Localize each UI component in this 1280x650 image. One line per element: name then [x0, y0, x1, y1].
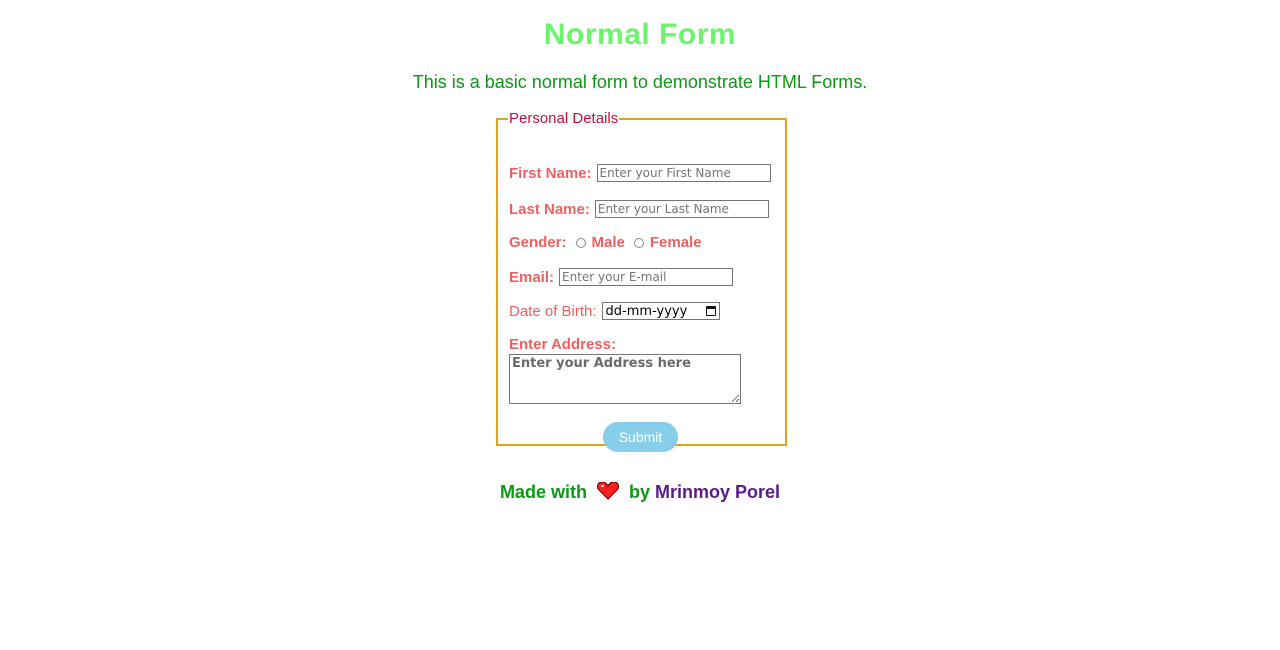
- calendar-icon[interactable]: [705, 306, 716, 316]
- first-name-input[interactable]: [596, 164, 771, 182]
- fieldset-legend: Personal Details: [509, 110, 619, 127]
- first-name-label: First Name:: [509, 164, 592, 182]
- dob-date-input[interactable]: dd-mm-yyyy: [601, 302, 720, 320]
- submit-button[interactable]: Submit: [603, 422, 678, 452]
- gender-male-radio[interactable]: [575, 237, 586, 248]
- page-title: Normal Form: [543, 18, 737, 51]
- footer-made-with: Made with: [499, 482, 587, 502]
- email-row: Email:: [509, 268, 734, 286]
- gender-row: Gender: Male Female: [509, 234, 702, 251]
- address-label-row: Enter Address:: [509, 336, 616, 353]
- personal-details-fieldset: Personal Details First Name: Last Name: …: [496, 110, 787, 452]
- email-input[interactable]: [559, 268, 734, 286]
- gender-label: Gender:: [509, 234, 567, 251]
- address-textarea[interactable]: [509, 354, 741, 404]
- gender-female-radio[interactable]: [633, 237, 644, 248]
- dob-row: Date of Birth: dd-mm-yyyy: [509, 302, 720, 320]
- email-label: Email:: [509, 268, 555, 286]
- footer: Made with by Mrinmoy Porel: [0, 481, 1280, 505]
- footer-author: Mrinmoy Porel: [655, 482, 781, 502]
- footer-by: by: [628, 482, 650, 502]
- dob-date-text: dd-mm-yyyy: [605, 303, 688, 319]
- dob-label: Date of Birth:: [509, 302, 597, 320]
- page-subtitle: This is a basic normal form to demonstra…: [412, 72, 868, 92]
- address-label: Enter Address:: [509, 336, 616, 353]
- last-name-label: Last Name:: [509, 200, 590, 218]
- first-name-row: First Name:: [509, 164, 771, 182]
- gender-female-label[interactable]: Female: [650, 234, 702, 251]
- last-name-input[interactable]: [594, 200, 769, 218]
- heart-icon: [596, 481, 619, 505]
- gender-male-label[interactable]: Male: [592, 234, 625, 251]
- last-name-row: Last Name:: [509, 200, 769, 218]
